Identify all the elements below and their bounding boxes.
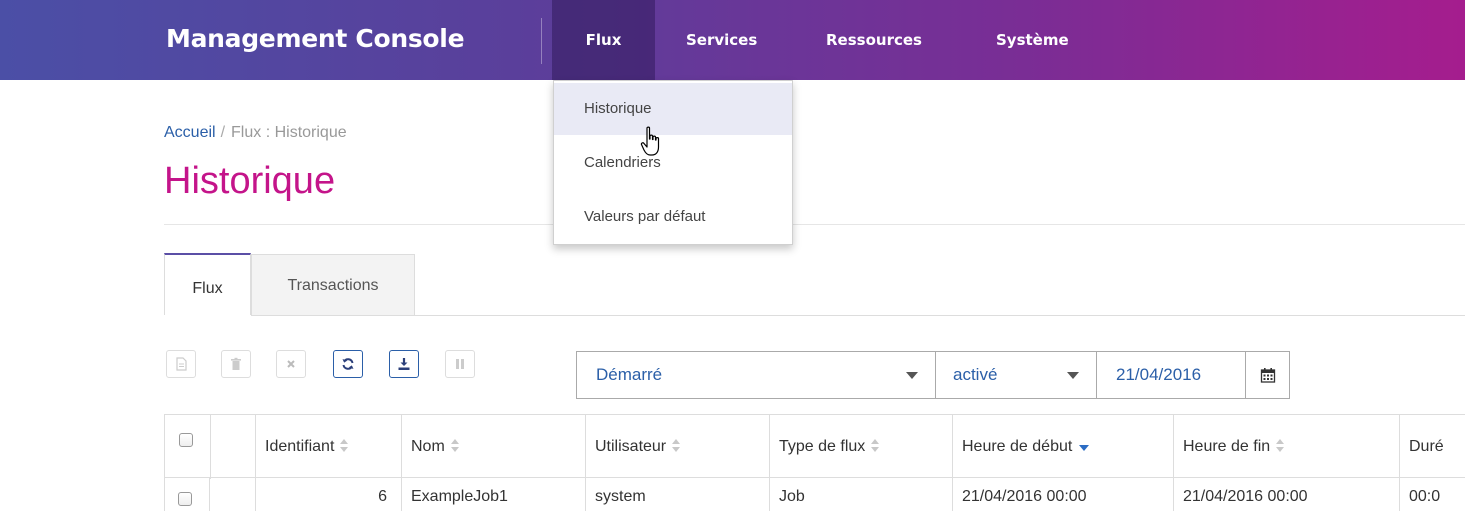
cell-identifiant: 6: [256, 478, 402, 511]
breadcrumb-home-link[interactable]: Accueil: [164, 124, 216, 141]
hand-cursor-icon: [640, 126, 660, 156]
menu-item-historique[interactable]: Historique: [554, 83, 792, 135]
breadcrumb: Accueil / Flux : Historique: [164, 124, 347, 142]
column-header-heure-de-debut[interactable]: Heure de début: [953, 415, 1174, 479]
activation-select[interactable]: activé: [935, 351, 1097, 399]
sort-desc-icon: [1079, 444, 1090, 451]
menu-item-calendriers[interactable]: Calendriers: [554, 136, 792, 189]
column-label: Identifiant: [265, 438, 335, 455]
column-header-heure-de-fin[interactable]: Heure de fin: [1174, 415, 1400, 479]
cell-utilisateur: system: [586, 478, 770, 511]
tabs-divider: [251, 315, 1465, 316]
download-button[interactable]: [389, 350, 419, 378]
status-select-value: Démarré: [596, 365, 663, 384]
nav-item-services[interactable]: Services: [686, 0, 757, 80]
app-title[interactable]: Management Console: [166, 24, 465, 53]
download-icon: [398, 358, 410, 370]
menu-item-valeurs-par-defaut[interactable]: Valeurs par défaut: [554, 190, 792, 243]
title-divider: [164, 224, 1465, 225]
trash-icon: [231, 357, 241, 370]
delete-button[interactable]: [221, 350, 251, 378]
select-all-cell: [165, 415, 211, 479]
status-select[interactable]: Démarré: [576, 351, 936, 399]
document-icon: [176, 357, 187, 371]
activation-select-value: activé: [953, 365, 998, 384]
flux-dropdown-menu: Historique Calendriers Valeurs par défau…: [553, 80, 793, 245]
chevron-down-icon: [1067, 372, 1079, 379]
cancel-button[interactable]: [276, 350, 306, 378]
cell-heure-de-fin: 21/04/2016 00:00: [1174, 478, 1400, 511]
row-checkbox[interactable]: [178, 492, 192, 506]
column-label: Nom: [411, 438, 445, 455]
expand-column-header: [211, 415, 256, 479]
chevron-down-icon: [906, 372, 918, 379]
column-label: Heure de début: [962, 438, 1073, 455]
top-navbar: Management Console Flux Services Ressour…: [0, 0, 1465, 80]
cell-nom: ExampleJob1: [402, 478, 586, 511]
nav-item-ressources[interactable]: Ressources: [826, 0, 922, 80]
nav-item-systeme[interactable]: Système: [996, 0, 1069, 80]
sort-icon: [671, 438, 681, 453]
column-header-identifiant[interactable]: Identifiant: [256, 415, 402, 479]
column-header-utilisateur[interactable]: Utilisateur: [586, 415, 770, 479]
date-input[interactable]: 21/04/2016: [1096, 351, 1246, 399]
breadcrumb-current: Flux : Historique: [231, 124, 347, 141]
new-document-button[interactable]: [166, 350, 196, 378]
tab-transactions[interactable]: Transactions: [251, 254, 415, 315]
column-label: Heure de fin: [1183, 438, 1271, 455]
refresh-button[interactable]: [333, 350, 363, 378]
cell-type-de-flux: Job: [770, 478, 953, 511]
table-header: Identifiant Nom Utilisateur Type de flux…: [164, 414, 1465, 479]
nav-item-flux[interactable]: Flux: [552, 0, 655, 80]
table-row[interactable]: 6 ExampleJob1 system Job 21/04/2016 00:0…: [164, 478, 1465, 511]
refresh-icon: [342, 358, 354, 370]
sort-icon: [339, 438, 349, 453]
row-select-cell: [165, 478, 210, 511]
column-header-type-de-flux[interactable]: Type de flux: [770, 415, 953, 479]
cell-duree: 00:0: [1409, 488, 1441, 505]
sort-icon: [1275, 438, 1285, 453]
close-icon: [287, 360, 295, 368]
select-all-checkbox[interactable]: [179, 433, 193, 447]
calendar-button[interactable]: [1245, 351, 1290, 399]
flux-history-table: Identifiant Nom Utilisateur Type de flux…: [164, 414, 1465, 511]
page-title: Historique: [164, 160, 336, 202]
sort-icon: [450, 438, 460, 453]
column-label: Type de flux: [779, 438, 866, 455]
column-header-nom[interactable]: Nom: [402, 415, 586, 479]
tab-flux[interactable]: Flux: [164, 253, 251, 315]
column-label: Utilisateur: [595, 438, 667, 455]
brand-divider: [541, 18, 542, 64]
sort-icon: [870, 438, 880, 453]
pause-button[interactable]: [445, 350, 475, 378]
calendar-icon: [1260, 368, 1275, 383]
column-label: Duré: [1409, 438, 1444, 455]
pause-icon: [456, 359, 464, 369]
cell-heure-de-debut: 21/04/2016 00:00: [953, 478, 1174, 511]
breadcrumb-separator: /: [220, 124, 226, 141]
column-header-duree[interactable]: Duré: [1400, 415, 1465, 479]
row-expand-cell: [210, 478, 256, 511]
